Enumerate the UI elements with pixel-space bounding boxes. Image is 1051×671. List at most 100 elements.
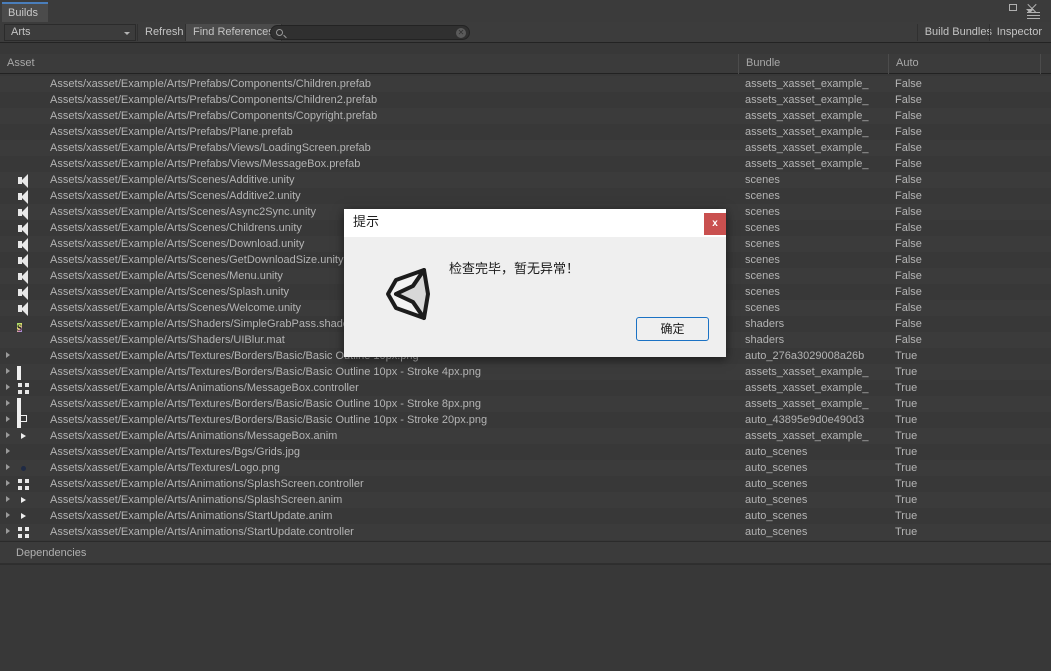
auto-flag: True (895, 510, 918, 522)
tab-builds[interactable]: Builds (2, 2, 48, 22)
asset-path: Assets/xasset/Example/Arts/Prefabs/Views… (50, 158, 361, 170)
dependencies-title: Dependencies (16, 547, 87, 559)
bundle-name: auto_scenes (745, 446, 808, 458)
table-row[interactable]: Assets/xasset/Example/Arts/Animations/Sp… (0, 476, 1051, 492)
dialog-close-icon[interactable]: x (704, 213, 726, 235)
inspector-button[interactable]: Inspector (988, 24, 1049, 41)
scene-icon (17, 190, 30, 203)
table-row[interactable]: Assets/xasset/Example/Arts/Prefabs/Views… (0, 140, 1051, 156)
search-input[interactable]: ✕ (270, 25, 470, 40)
foldout-arrow-icon[interactable] (6, 496, 10, 502)
foldout-arrow-icon[interactable] (6, 528, 10, 534)
scene-icon (17, 238, 30, 251)
auto-flag: False (895, 94, 922, 106)
anim-icon (17, 430, 30, 443)
auto-flag: True (895, 446, 918, 458)
scene-icon (17, 206, 30, 219)
scene-icon (17, 254, 30, 267)
table-row[interactable]: Assets/xasset/Example/Arts/Prefabs/Compo… (0, 76, 1051, 92)
table-row[interactable]: Assets/xasset/Example/Arts/Animations/Sp… (0, 492, 1051, 508)
clear-icon[interactable]: ✕ (456, 28, 466, 38)
auto-flag: True (895, 366, 918, 378)
texture-open-icon (17, 366, 30, 385)
prefab-icon (17, 94, 30, 107)
table-row[interactable]: Assets/xasset/Example/Arts/Textures/Bord… (0, 412, 1051, 433)
anim-icon (17, 494, 30, 507)
window-title-bar: Builds (0, 0, 1051, 22)
foldout-arrow-icon[interactable] (6, 416, 10, 422)
table-row[interactable]: Assets/xasset/Example/Arts/Animations/Me… (0, 380, 1051, 396)
column-header-bundle[interactable]: Bundle (738, 54, 888, 74)
table-row[interactable]: Assets/xasset/Example/Arts/Textures/Bord… (0, 364, 1051, 385)
bundle-name: auto_276a3029008a26b (745, 350, 865, 362)
table-row[interactable]: Assets/xasset/Example/Arts/Prefabs/Compo… (0, 92, 1051, 108)
auto-flag: False (895, 158, 922, 170)
texture-solid-icon (17, 412, 30, 433)
foldout-arrow-icon[interactable] (6, 368, 10, 374)
foldout-arrow-icon[interactable] (6, 384, 10, 390)
hamburger-menu-icon[interactable] (1026, 9, 1040, 20)
asset-path: Assets/xasset/Example/Arts/Prefabs/Compo… (50, 78, 371, 90)
auto-flag: False (895, 302, 922, 314)
dependencies-body[interactable] (0, 564, 1051, 671)
asset-path: Assets/xasset/Example/Arts/Scenes/Childr… (50, 222, 302, 234)
foldout-arrow-icon[interactable] (6, 448, 10, 454)
table-row[interactable]: Assets/xasset/Example/Arts/Textures/Logo… (0, 460, 1051, 476)
scene-icon (17, 286, 30, 299)
maximize-icon[interactable] (1009, 4, 1017, 11)
scene-icon (17, 302, 30, 315)
asset-path: Assets/xasset/Example/Arts/Scenes/Menu.u… (50, 270, 283, 282)
asset-path: Assets/xasset/Example/Arts/Scenes/Additi… (50, 174, 295, 186)
build-bundles-button[interactable]: Build Bundles (916, 24, 999, 41)
chevron-down-icon (124, 32, 130, 35)
asset-path: Assets/xasset/Example/Arts/Textures/Bord… (50, 414, 488, 426)
table-row[interactable]: Assets/xasset/Example/Arts/Animations/St… (0, 524, 1051, 540)
auto-flag: False (895, 238, 922, 250)
column-header-auto[interactable]: Auto (888, 54, 1040, 74)
table-row[interactable]: Assets/xasset/Example/Arts/Prefabs/Plane… (0, 124, 1051, 140)
foldout-arrow-icon[interactable] (6, 480, 10, 486)
bundle-name: assets_xasset_example_ (745, 382, 869, 394)
asset-path: Assets/xasset/Example/Arts/Scenes/Splash… (50, 286, 290, 298)
column-header-asset[interactable]: Asset (0, 54, 738, 74)
anim-icon (17, 510, 30, 523)
table-row[interactable]: Assets/xasset/Example/Arts/Prefabs/Views… (0, 156, 1051, 172)
foldout-arrow-icon[interactable] (6, 432, 10, 438)
prefab-icon (17, 142, 30, 155)
bundle-name: scenes (745, 190, 780, 202)
table-row[interactable]: Assets/xasset/Example/Arts/Prefabs/Compo… (0, 108, 1051, 124)
foldout-arrow-icon[interactable] (6, 400, 10, 406)
prefab-icon (17, 78, 30, 91)
auto-flag: True (895, 414, 918, 426)
table-row[interactable]: Assets/xasset/Example/Arts/Animations/St… (0, 508, 1051, 524)
texture-open-icon (17, 398, 30, 417)
dialog-ok-button[interactable]: 确定 (636, 317, 709, 341)
asset-path: Assets/xasset/Example/Arts/Prefabs/Plane… (50, 126, 293, 138)
table-row[interactable]: Assets/xasset/Example/Arts/Animations/Me… (0, 428, 1051, 444)
foldout-arrow-icon[interactable] (6, 464, 10, 470)
bundle-name: scenes (745, 238, 780, 250)
asset-path: Assets/xasset/Example/Arts/Textures/Bord… (50, 366, 482, 378)
auto-flag: False (895, 206, 922, 218)
foldout-arrow-icon[interactable] (6, 512, 10, 518)
dialog-message: 检查完毕，暂无异常！ (449, 262, 580, 277)
bundle-name: auto_scenes (745, 494, 808, 506)
dialog-body: 检查完毕，暂无异常！ 确定 (344, 237, 726, 357)
bundle-name: auto_scenes (745, 510, 808, 522)
table-row[interactable]: Assets/xasset/Example/Arts/Scenes/Additi… (0, 172, 1051, 188)
asset-path: Assets/xasset/Example/Arts/Animations/Me… (50, 430, 338, 442)
bundle-name: auto_scenes (745, 478, 808, 490)
group-dropdown[interactable]: Arts (4, 24, 136, 41)
table-row[interactable]: Assets/xasset/Example/Arts/Scenes/Additi… (0, 188, 1051, 204)
table-row[interactable]: Assets/xasset/Example/Arts/Textures/Bgs/… (0, 444, 1051, 460)
bundle-name: assets_xasset_example_ (745, 398, 869, 410)
asset-path: Assets/xasset/Example/Arts/Prefabs/Views… (50, 142, 371, 154)
asset-path: Assets/xasset/Example/Arts/Prefabs/Compo… (50, 94, 378, 106)
scene-icon (17, 174, 30, 187)
find-references-button[interactable]: Find References (185, 24, 282, 41)
refresh-button[interactable]: Refresh (137, 24, 192, 41)
column-header-spacer (1040, 54, 1051, 74)
auto-flag: True (895, 398, 918, 410)
foldout-arrow-icon[interactable] (6, 352, 10, 358)
table-row[interactable]: Assets/xasset/Example/Arts/Textures/Bord… (0, 396, 1051, 417)
